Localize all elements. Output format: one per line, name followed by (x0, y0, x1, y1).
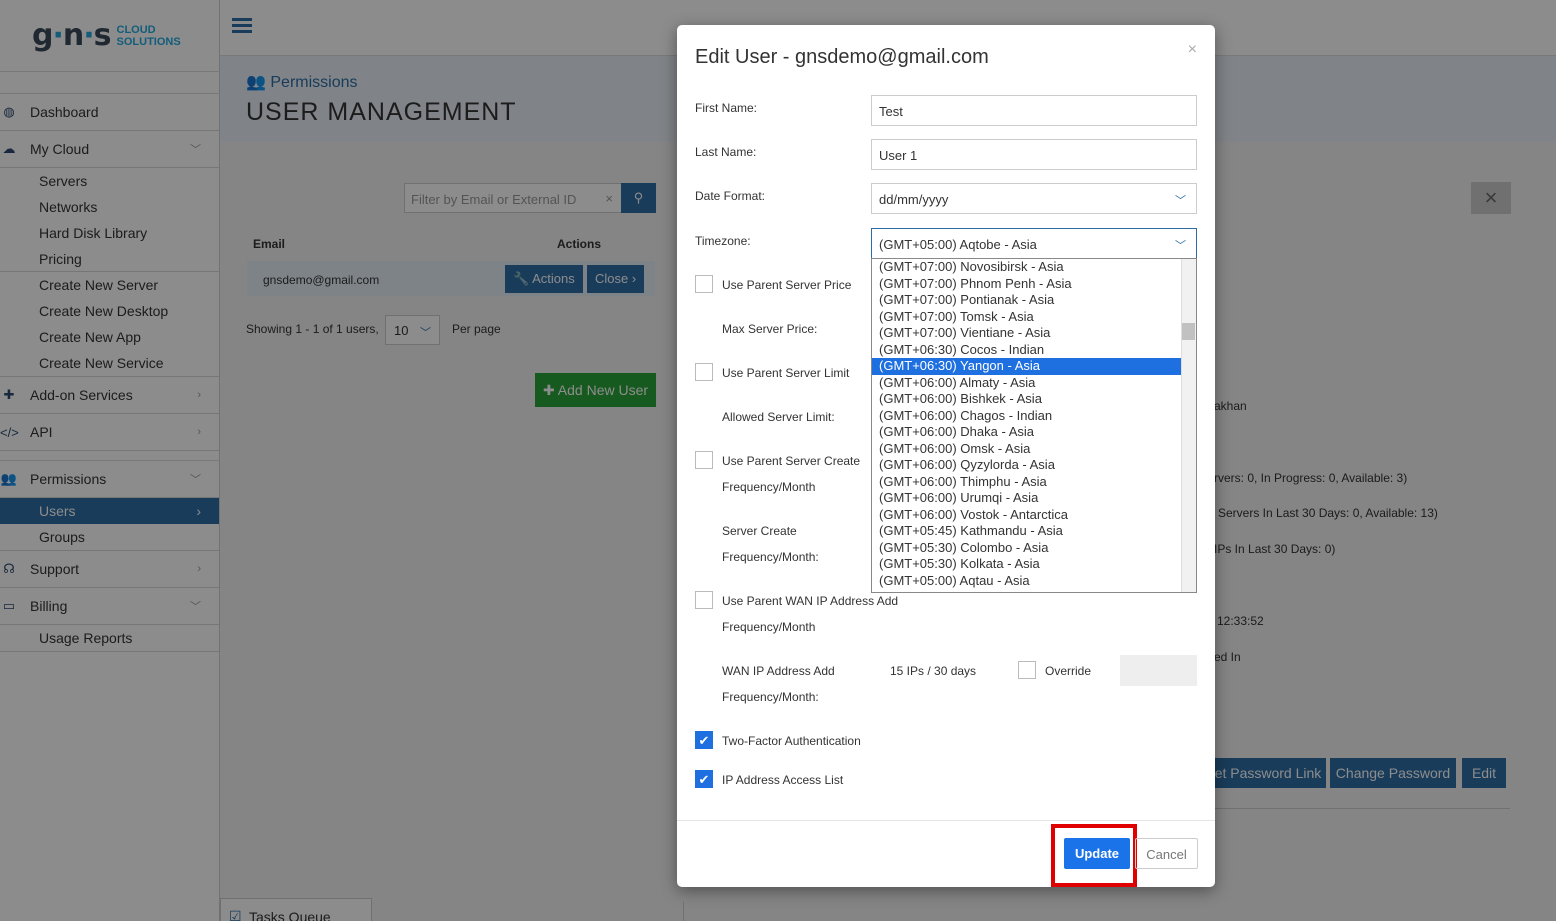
frequency-month-label: Frequency/Month: (722, 690, 819, 704)
timezone-option[interactable]: (GMT+07:00) Pontianak - Asia (872, 292, 1182, 309)
timezone-option[interactable]: (GMT+07:00) Phnom Penh - Asia (872, 276, 1182, 293)
timezone-option[interactable]: (GMT+07:00) Tomsk - Asia (872, 309, 1182, 326)
allowed-server-limit-label: Allowed Server Limit: (722, 410, 835, 424)
use-parent-wan-label: Use Parent WAN IP Address Add (722, 594, 899, 608)
timezone-value: (GMT+05:00) Aqtobe - Asia (879, 237, 1037, 252)
timezone-option[interactable]: (GMT+05:45) Kathmandu - Asia (872, 523, 1182, 540)
scrollbar[interactable] (1181, 259, 1196, 592)
use-parent-server-create-label: Use Parent Server Create (722, 454, 861, 468)
first-name-label: First Name: (695, 101, 758, 115)
date-format-label: Date Format: (695, 189, 766, 203)
wan-value: 15 IPs / 30 days (890, 664, 977, 678)
dialog-footer (677, 820, 1215, 821)
first-name-field[interactable]: Test (871, 95, 1197, 126)
timezone-option[interactable]: (GMT+06:00) Urumqi - Asia (872, 490, 1182, 507)
scrollbar-thumb[interactable] (1182, 323, 1195, 340)
update-button[interactable]: Update (1064, 838, 1130, 869)
timezone-option[interactable]: (GMT+06:00) Bishkek - Asia (872, 391, 1182, 408)
use-parent-server-limit-label: Use Parent Server Limit (722, 366, 850, 380)
two-factor-checkbox[interactable]: ✔ (695, 731, 713, 749)
use-parent-server-create-checkbox[interactable] (695, 451, 713, 469)
ip-access-list-label: IP Address Access List (722, 773, 844, 787)
timezone-options: (GMT+07:00) Novosibirsk - Asia (GMT+07:00… (872, 259, 1196, 589)
timezone-option[interactable]: (GMT+05:30) Kolkata - Asia (872, 556, 1182, 573)
server-create-label: Server Create (722, 524, 797, 538)
date-format-select[interactable]: dd/mm/yyyy ﹀ (871, 183, 1197, 214)
timezone-option[interactable]: (GMT+06:00) Chagos - Indian (872, 408, 1182, 425)
two-factor-label: Two-Factor Authentication (722, 734, 861, 748)
timezone-dropdown-list[interactable]: (GMT+07:00) Novosibirsk - Asia (GMT+07:00… (871, 258, 1197, 593)
timezone-option[interactable]: (GMT+05:30) Colombo - Asia (872, 540, 1182, 557)
timezone-option[interactable]: (GMT+06:00) Thimphu - Asia (872, 474, 1182, 491)
cancel-button[interactable]: Cancel (1135, 838, 1198, 869)
timezone-label: Timezone: (695, 234, 751, 248)
timezone-option[interactable]: (GMT+06:00) Almaty - Asia (872, 375, 1182, 392)
timezone-option[interactable]: (GMT+05:00) Aqtau - Asia (872, 573, 1182, 590)
max-server-price-label: Max Server Price: (722, 322, 818, 336)
wan-ip-add-label: WAN IP Address Add (722, 664, 835, 678)
timezone-option[interactable]: (GMT+06:00) Omsk - Asia (872, 441, 1182, 458)
frequency-month-label: Frequency/Month: (722, 550, 819, 564)
override-checkbox[interactable] (1018, 661, 1036, 679)
use-parent-server-limit-checkbox[interactable] (695, 363, 713, 381)
last-name-label: Last Name: (695, 145, 757, 159)
timezone-option[interactable]: (GMT+06:30) Cocos - Indian (872, 342, 1182, 359)
timezone-option[interactable]: (GMT+07:00) Novosibirsk - Asia (872, 259, 1182, 276)
timezone-option[interactable]: (GMT+06:00) Qyzylorda - Asia (872, 457, 1182, 474)
timezone-option[interactable]: (GMT+06:00) Dhaka - Asia (872, 424, 1182, 441)
dialog-title: Edit User - gnsdemo@gmail.com (695, 46, 989, 68)
timezone-option[interactable]: (GMT+07:00) Vientiane - Asia (872, 325, 1182, 342)
chevron-down-icon: ﹀ (1175, 195, 1186, 207)
close-icon[interactable]: × (1188, 41, 1197, 59)
use-parent-wan-checkbox[interactable] (695, 591, 713, 609)
frequency-month-label: Frequency/Month (722, 620, 816, 634)
ip-access-list-checkbox[interactable]: ✔ (695, 770, 713, 788)
timezone-select[interactable]: (GMT+05:00) Aqtobe - Asia ﹀ (871, 228, 1197, 259)
last-name-field[interactable]: User 1 (871, 139, 1197, 170)
frequency-month-label: Frequency/Month (722, 480, 816, 494)
chevron-down-icon: ﹀ (1175, 240, 1186, 252)
timezone-option[interactable]: (GMT+06:00) Vostok - Antarctica (872, 507, 1182, 524)
use-parent-server-price-checkbox[interactable] (695, 275, 713, 293)
timezone-option[interactable]: (GMT+06:30) Yangon - Asia (872, 358, 1182, 375)
date-format-value: dd/mm/yyyy (879, 192, 949, 207)
use-parent-server-price-label: Use Parent Server Price (722, 278, 852, 292)
override-value-field[interactable] (1120, 655, 1197, 686)
override-label: Override (1045, 664, 1092, 678)
